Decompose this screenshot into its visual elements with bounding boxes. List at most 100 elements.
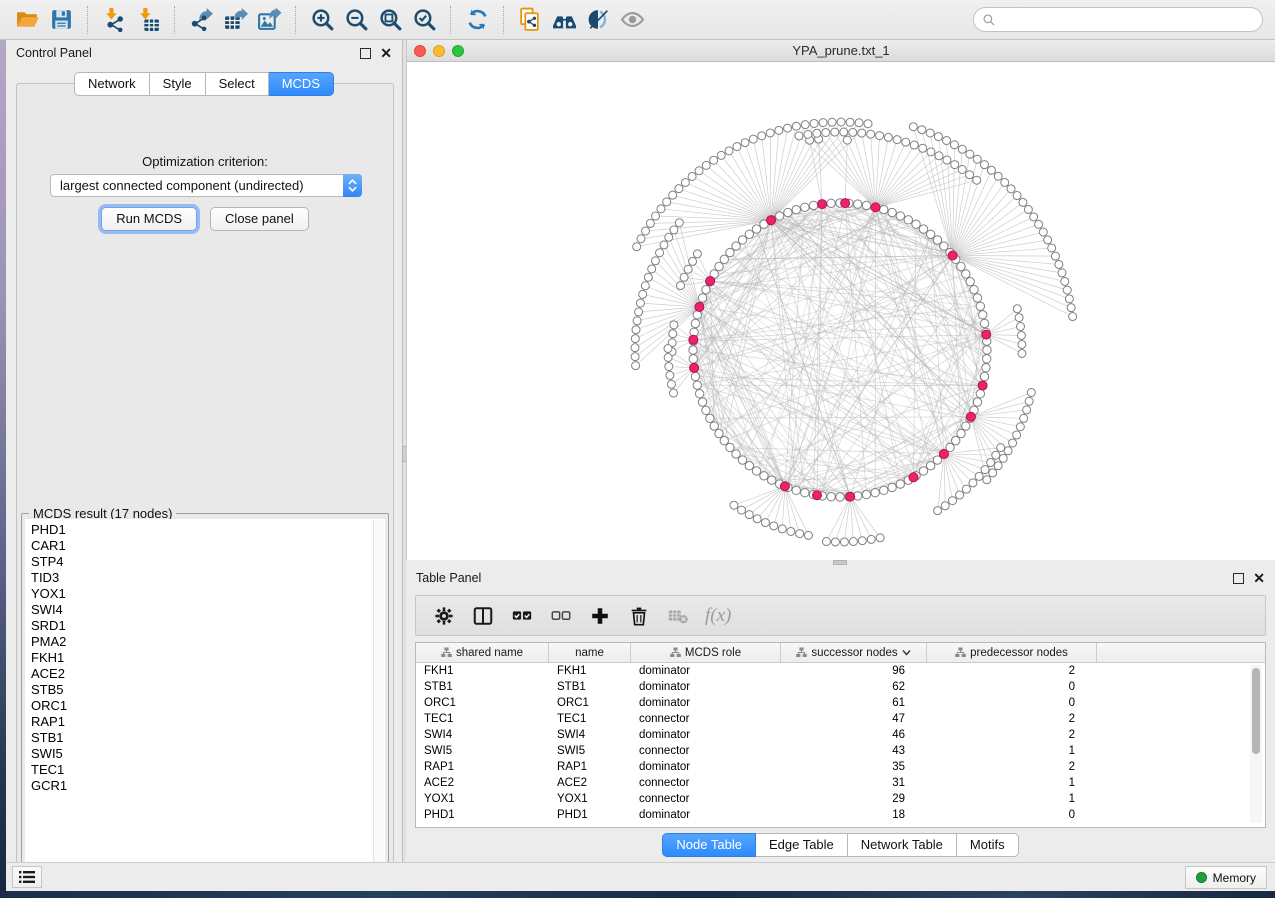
dominator-node[interactable] (706, 276, 715, 285)
dominator-node[interactable] (780, 482, 789, 491)
delete-table-icon[interactable] (662, 600, 694, 632)
table-scrollbar[interactable] (1250, 665, 1262, 823)
close-panel-button[interactable]: Close panel (210, 207, 309, 231)
table-row[interactable]: TEC1TEC1connector472 (416, 711, 1265, 727)
table-settings-icon[interactable] (428, 600, 460, 632)
dominator-node[interactable] (690, 363, 699, 372)
tab-network[interactable]: Network (74, 72, 150, 96)
column-header-shared-name[interactable]: shared name (416, 643, 549, 662)
dominator-node[interactable] (966, 412, 975, 421)
run-mcds-button[interactable]: Run MCDS (101, 207, 197, 231)
mcds-result-item[interactable]: FKH1 (31, 650, 385, 666)
float-panel-icon[interactable] (1233, 573, 1244, 584)
zoom-out-icon[interactable] (339, 4, 373, 36)
delete-column-icon[interactable] (623, 600, 655, 632)
dominator-node[interactable] (982, 330, 991, 339)
mcds-result-item[interactable]: STB1 (31, 730, 385, 746)
mcds-result-item[interactable]: SWI4 (31, 602, 385, 618)
mcds-result-item[interactable]: STB5 (31, 682, 385, 698)
import-table-icon[interactable] (131, 4, 165, 36)
show-graphics-details-icon[interactable] (615, 4, 649, 36)
refresh-layout-icon[interactable] (460, 4, 494, 36)
save-session-icon[interactable] (44, 4, 78, 36)
export-table-icon[interactable] (218, 4, 252, 36)
export-network-icon[interactable] (184, 4, 218, 36)
tab-mcds[interactable]: MCDS (269, 72, 334, 96)
tab-style[interactable]: Style (150, 72, 206, 96)
mcds-list-scrollbar[interactable] (373, 520, 384, 869)
function-builder-icon[interactable]: f(x) (701, 605, 735, 627)
search-input[interactable] (1001, 13, 1254, 27)
table-row[interactable]: ORC1ORC1dominator610 (416, 695, 1265, 711)
dominator-node[interactable] (909, 473, 918, 482)
table-cell: SWI5 (549, 745, 631, 757)
dominator-node[interactable] (948, 251, 957, 260)
tab-network-table[interactable]: Network Table (848, 833, 957, 857)
mcds-result-item[interactable]: YOX1 (31, 586, 385, 602)
mcds-result-item[interactable]: PHD1 (31, 522, 385, 538)
add-column-icon[interactable] (584, 600, 616, 632)
dominator-node[interactable] (695, 303, 704, 312)
mcds-result-item[interactable]: RAP1 (31, 714, 385, 730)
dominator-node[interactable] (766, 216, 775, 225)
zoom-selected-icon[interactable] (407, 4, 441, 36)
optimization-criterion-select[interactable]: largest connected component (undirected) (50, 174, 362, 197)
zoom-fit-icon[interactable] (373, 4, 407, 36)
select-all-icon[interactable] (506, 600, 538, 632)
close-panel-icon[interactable]: ✕ (1253, 573, 1265, 584)
mcds-result-item[interactable]: STP4 (31, 554, 385, 570)
dominator-node[interactable] (841, 199, 850, 208)
column-header-name[interactable]: name (549, 643, 631, 662)
mcds-result-item[interactable]: CAR1 (31, 538, 385, 554)
column-header-successor-nodes[interactable]: successor nodes (781, 643, 927, 662)
zoom-in-icon[interactable] (305, 4, 339, 36)
mcds-result-item[interactable]: TID3 (31, 570, 385, 586)
task-history-button[interactable] (12, 866, 42, 888)
dominator-node[interactable] (818, 200, 827, 209)
table-row[interactable]: PHD1PHD1dominator180 (416, 807, 1265, 823)
network-canvas[interactable] (407, 62, 1275, 560)
deselect-all-icon[interactable] (545, 600, 577, 632)
dominator-node[interactable] (871, 203, 880, 212)
tab-node-table[interactable]: Node Table (662, 833, 756, 857)
table-row[interactable]: SWI5SWI5connector431 (416, 743, 1265, 759)
column-header-predecessor-nodes[interactable]: predecessor nodes (927, 643, 1097, 662)
dominator-node[interactable] (689, 335, 698, 344)
mcds-result-item[interactable]: GCR1 (31, 778, 385, 794)
network-window-titlebar[interactable]: YPA_prune.txt_1 (407, 40, 1275, 62)
table-row[interactable]: FKH1FKH1dominator962 (416, 663, 1265, 679)
table-row[interactable]: ACE2ACE2connector311 (416, 775, 1265, 791)
mcds-result-item[interactable]: PMA2 (31, 634, 385, 650)
table-row[interactable]: SWI4SWI4dominator462 (416, 727, 1265, 743)
mcds-result-item[interactable]: SWI5 (31, 746, 385, 762)
mcds-result-item[interactable]: ORC1 (31, 698, 385, 714)
column-header-MCDS-role[interactable]: MCDS role (631, 643, 781, 662)
first-neighbors-icon[interactable] (547, 4, 581, 36)
hide-selected-icon[interactable] (581, 4, 615, 36)
memory-button[interactable]: Memory (1185, 866, 1267, 889)
mcds-result-item[interactable]: ACE2 (31, 666, 385, 682)
dominator-node[interactable] (939, 449, 948, 458)
dominator-node[interactable] (846, 492, 855, 501)
tab-edge-table[interactable]: Edge Table (756, 833, 848, 857)
mcds-result-list[interactable]: PHD1CAR1STP4TID3YOX1SWI4SRD1PMA2FKH1ACE2… (25, 519, 385, 870)
open-file-icon[interactable] (10, 4, 44, 36)
close-panel-icon[interactable]: ✕ (380, 48, 392, 59)
optimization-criterion-label: Optimization criterion: (17, 154, 393, 169)
export-image-icon[interactable] (252, 4, 286, 36)
table-row[interactable]: YOX1YOX1connector291 (416, 791, 1265, 807)
search-box[interactable] (973, 7, 1263, 32)
mcds-result-item[interactable]: SRD1 (31, 618, 385, 634)
tab-select[interactable]: Select (206, 72, 269, 96)
dominator-node[interactable] (813, 491, 822, 500)
float-panel-icon[interactable] (360, 48, 371, 59)
table-row[interactable]: RAP1RAP1dominator352 (416, 759, 1265, 775)
import-network-icon[interactable] (97, 4, 131, 36)
column-layout-icon[interactable] (467, 600, 499, 632)
scrollbar-thumb[interactable] (1252, 668, 1260, 754)
tab-motifs[interactable]: Motifs (957, 833, 1019, 857)
mcds-result-item[interactable]: TEC1 (31, 762, 385, 778)
dominator-node[interactable] (978, 381, 987, 390)
clone-network-icon[interactable] (513, 4, 547, 36)
table-row[interactable]: STB1STB1dominator620 (416, 679, 1265, 695)
